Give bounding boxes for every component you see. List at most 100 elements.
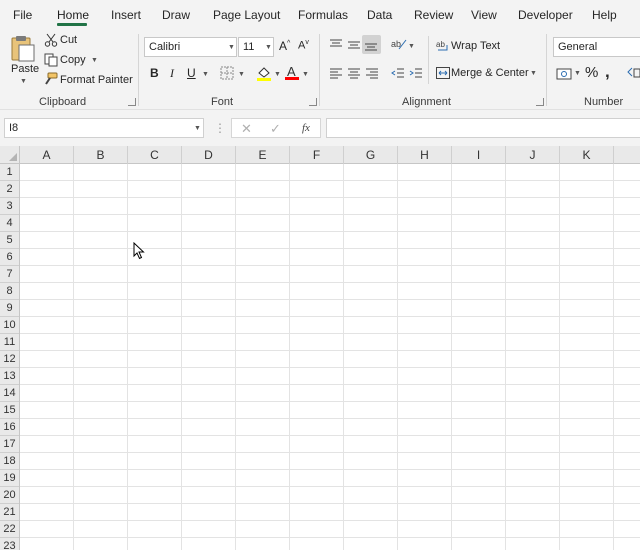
align-left-icon[interactable] [329,67,343,85]
column-header[interactable]: A [20,146,74,164]
borders-dropdown-icon[interactable]: ▼ [238,71,245,78]
row-header[interactable]: 5 [0,232,19,249]
row-header[interactable]: 15 [0,402,19,419]
column-header[interactable]: E [236,146,290,164]
enter-icon[interactable]: ✓ [270,121,281,137]
row-header[interactable]: 16 [0,419,19,436]
font-size-dropdown-icon[interactable]: ▼ [265,44,272,51]
bottom-align-icon[interactable] [364,38,378,57]
increase-indent-icon[interactable] [409,67,423,85]
copy-icon[interactable] [44,53,58,72]
tab-help[interactable]: Help [592,8,617,22]
row-header[interactable]: 9 [0,300,19,317]
row-header[interactable]: 6 [0,249,19,266]
increase-font-size-icon[interactable]: A^ [279,39,290,53]
column-header[interactable]: C [128,146,182,164]
align-right-icon[interactable] [365,67,379,85]
row-header[interactable]: 20 [0,487,19,504]
name-box[interactable]: I8 [4,118,204,138]
format-painter-label[interactable]: Format Painter [60,74,133,86]
wrap-text-icon[interactable]: ab [436,38,450,57]
orientation-dropdown-icon[interactable]: ▼ [408,43,415,50]
font-name-dropdown-icon[interactable]: ▼ [228,44,235,51]
column-header[interactable]: B [74,146,128,164]
font-dialog-launcher-icon[interactable] [309,98,317,106]
row-header[interactable]: 10 [0,317,19,334]
merge-center-icon[interactable] [436,66,450,84]
row-header[interactable]: 13 [0,368,19,385]
middle-align-icon[interactable] [347,38,361,57]
column-header[interactable]: J [506,146,560,164]
row-header[interactable]: 4 [0,215,19,232]
tab-draw[interactable]: Draw [162,8,190,22]
underline-dropdown-icon[interactable]: ▼ [202,71,209,78]
row-header[interactable]: 2 [0,181,19,198]
bold-button[interactable]: B [150,66,159,80]
fill-color-dropdown-icon[interactable]: ▼ [274,71,281,78]
row-header[interactable]: 1 [0,164,19,181]
copy-label[interactable]: Copy [60,54,86,66]
row-header[interactable]: 18 [0,453,19,470]
font-color-icon[interactable]: A [285,64,299,86]
clipboard-dialog-launcher-icon[interactable] [128,98,136,106]
row-header[interactable]: 7 [0,266,19,283]
select-all-button[interactable] [0,146,20,164]
row-header[interactable]: 14 [0,385,19,402]
row-header[interactable]: 17 [0,436,19,453]
row-header[interactable]: 19 [0,470,19,487]
column-header[interactable]: G [344,146,398,164]
column-header[interactable]: D [182,146,236,164]
column-header[interactable]: H [398,146,452,164]
comma-style-icon[interactable]: , [605,62,610,82]
alignment-dialog-launcher-icon[interactable] [536,98,544,106]
cut-icon[interactable] [44,33,58,52]
tab-page-layout[interactable]: Page Layout [213,8,280,22]
row-header[interactable]: 11 [0,334,19,351]
row-header[interactable]: 23 [0,538,19,550]
formula-input[interactable] [326,118,640,138]
increase-decimal-icon[interactable] [626,66,640,85]
formula-bar-grip-icon[interactable]: ⋮ [214,121,226,135]
cell-area[interactable] [20,164,640,550]
align-center-icon[interactable] [347,67,361,85]
tab-file[interactable]: File [13,8,32,22]
column-header[interactable]: F [290,146,344,164]
row-header[interactable]: 12 [0,351,19,368]
paste-dropdown-icon[interactable]: ▼ [20,78,27,85]
row-header[interactable]: 22 [0,521,19,538]
decrease-indent-icon[interactable] [391,67,405,85]
format-painter-icon[interactable] [43,72,58,91]
row-header[interactable]: 8 [0,283,19,300]
tab-home[interactable]: Home [57,8,89,22]
column-header[interactable]: K [560,146,614,164]
tab-review[interactable]: Review [414,8,453,22]
orientation-icon[interactable]: ab [391,37,407,56]
accounting-dropdown-icon[interactable]: ▼ [574,70,581,77]
font-name-select[interactable]: Calibri [144,37,237,57]
name-box-dropdown-icon[interactable]: ▼ [194,125,201,132]
top-align-icon[interactable] [329,38,343,57]
accounting-format-icon[interactable] [556,67,572,85]
wrap-text-label[interactable]: Wrap Text [451,40,500,52]
cut-label[interactable]: Cut [60,34,77,46]
tab-developer[interactable]: Developer [518,8,573,22]
tab-view[interactable]: View [471,8,497,22]
cancel-icon[interactable]: ✕ [241,121,252,137]
merge-center-dropdown-icon[interactable]: ▼ [530,70,537,77]
decrease-font-size-icon[interactable]: Av [298,39,309,52]
borders-icon[interactable] [220,66,234,85]
row-header[interactable]: 3 [0,198,19,215]
number-format-select[interactable]: General [553,37,640,57]
tab-data[interactable]: Data [367,8,392,22]
insert-function-icon[interactable]: fx [302,122,310,134]
percent-style-icon[interactable]: % [585,64,598,81]
row-header[interactable]: 21 [0,504,19,521]
paste-label[interactable]: Paste [11,63,39,75]
font-color-dropdown-icon[interactable]: ▼ [302,71,309,78]
column-header[interactable]: I [452,146,506,164]
merge-center-label[interactable]: Merge & Center [451,67,529,79]
tab-insert[interactable]: Insert [111,8,141,22]
copy-dropdown-icon[interactable]: ▼ [91,57,98,64]
italic-button[interactable]: I [170,66,174,81]
underline-button[interactable]: U [187,66,196,80]
